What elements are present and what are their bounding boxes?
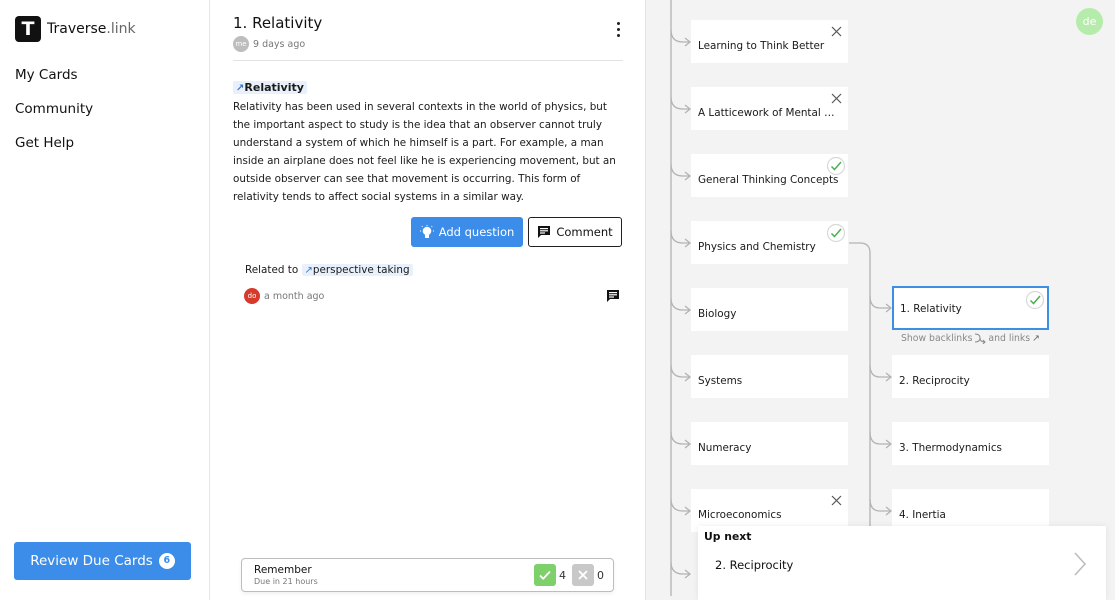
node-label: A Latticework of Mental Mo...: [698, 107, 848, 119]
link-arrow-icon: ↗: [1032, 332, 1040, 344]
sidebar-item-my-cards[interactable]: My Cards: [15, 66, 93, 100]
node-label: Learning to Think Better: [698, 40, 825, 52]
app-name-light: .link: [106, 21, 136, 37]
app-name-bold: Traverse: [47, 21, 107, 37]
user-avatar[interactable]: de: [1076, 8, 1103, 35]
graph-node[interactable]: Numeracy: [691, 422, 848, 465]
chevron-right-icon[interactable]: [1073, 552, 1087, 576]
node-label: Microeconomics: [698, 509, 782, 521]
avatar: do: [244, 288, 260, 304]
card-graph[interactable]: Learning to Think Better A Latticework o…: [645, 0, 1115, 600]
card-actions: Add question Comment: [411, 217, 622, 247]
forgot-score: 0: [572, 564, 604, 586]
graph-node[interactable]: Systems: [691, 355, 848, 398]
card-meta: me 9 days ago: [233, 36, 305, 52]
graph-node[interactable]: General Thinking Concepts: [691, 154, 848, 197]
logo[interactable]: T Traverse.link: [15, 16, 136, 42]
sidebar-nav: My Cards Community Get Help: [15, 66, 93, 168]
forgot-count: 0: [597, 568, 604, 582]
card-timestamp: 9 days ago: [253, 38, 306, 50]
review-label: Remember: [254, 564, 312, 576]
card-body: Relativity has been used in several cont…: [233, 101, 616, 204]
sidebar: T Traverse.link My Cards Community Get H…: [0, 0, 210, 600]
related-prefix: Related to: [245, 264, 299, 276]
app-name: Traverse.link: [47, 21, 136, 37]
related-link[interactable]: ↗perspective taking: [301, 264, 413, 276]
review-due-text: Due in 21 hours: [254, 577, 318, 586]
review-due-cards-label: Review Due Cards: [30, 553, 153, 569]
sidebar-item-get-help[interactable]: Get Help: [15, 134, 93, 168]
node-label: 3. Thermodynamics: [899, 442, 1002, 454]
divider: [233, 60, 623, 61]
check-circle-icon: [826, 223, 846, 243]
comment-icon[interactable]: [606, 288, 620, 307]
heading-link-label: Relativity: [244, 81, 304, 94]
node-label: Systems: [698, 375, 743, 387]
check-icon: [539, 570, 551, 580]
related-item: Related to ↗perspective taking: [245, 264, 413, 276]
due-count-badge: 6: [158, 553, 175, 569]
backlinks-label: Show backlinks: [901, 332, 973, 344]
close-icon[interactable]: [831, 26, 842, 37]
up-next-panel[interactable]: Up next 2. Reciprocity: [698, 526, 1106, 600]
node-label: Numeracy: [698, 442, 752, 454]
related-meta: do a month ago: [244, 288, 324, 304]
comment-icon: [538, 226, 551, 238]
check-circle-icon: [826, 156, 846, 176]
heading-link[interactable]: ↗Relativity: [233, 81, 307, 94]
lightbulb-icon: [419, 224, 434, 238]
remembered-score: 4: [534, 564, 566, 586]
review-due-cards-button[interactable]: Review Due Cards 6: [14, 542, 191, 580]
graph-node[interactable]: A Latticework of Mental Mo...: [691, 87, 848, 130]
add-question-button[interactable]: Add question: [411, 217, 523, 247]
remembered-count: 4: [559, 568, 566, 582]
review-bar: Remember Due in 21 hours 4 0: [241, 558, 614, 592]
sidebar-item-community[interactable]: Community: [15, 100, 93, 134]
node-label: General Thinking Concepts: [698, 174, 839, 186]
related-timestamp: a month ago: [264, 290, 325, 302]
card-panel: 1. Relativity me 9 days ago ↗ Relativity …: [211, 0, 644, 600]
node-label: Biology: [698, 308, 737, 320]
up-next-label: Up next: [704, 530, 752, 543]
graph-node-selected[interactable]: 1. Relativity: [892, 286, 1049, 330]
close-icon[interactable]: [831, 93, 842, 104]
node-label: 2. Reciprocity: [899, 375, 970, 387]
avatar: me: [233, 36, 249, 52]
graph-node[interactable]: Biology: [691, 288, 848, 331]
graph-node[interactable]: Physics and Chemistry: [691, 221, 848, 264]
graph-node[interactable]: 2. Reciprocity: [892, 355, 1049, 398]
check-circle-icon: [1025, 290, 1045, 310]
logo-mark: T: [15, 16, 41, 42]
comment-label: Comment: [556, 225, 613, 239]
node-label: 4. Inertia: [899, 509, 946, 521]
show-backlinks-toggle[interactable]: Show backlinks and links ↗: [901, 332, 1040, 344]
node-label: Physics and Chemistry: [698, 241, 816, 253]
graph-node[interactable]: Learning to Think Better: [691, 20, 848, 63]
card-title: 1. Relativity: [233, 14, 323, 32]
backlink-icon: [975, 333, 987, 344]
comment-button[interactable]: Comment: [528, 217, 622, 247]
close-icon[interactable]: [831, 495, 842, 506]
remembered-button[interactable]: [534, 564, 556, 586]
related-link-label: perspective taking: [312, 264, 410, 276]
graph-node[interactable]: 3. Thermodynamics: [892, 422, 1049, 465]
more-options-icon[interactable]: [613, 22, 623, 40]
link-arrow-icon: ↗: [304, 265, 313, 276]
links-label: and links: [988, 332, 1031, 344]
x-icon: [578, 570, 588, 580]
app-root: T Traverse.link My Cards Community Get H…: [0, 0, 1115, 600]
node-label: 1. Relativity: [900, 303, 962, 315]
up-next-title: 2. Reciprocity: [715, 558, 794, 572]
add-question-label: Add question: [438, 225, 515, 239]
forgot-button[interactable]: [572, 564, 594, 586]
